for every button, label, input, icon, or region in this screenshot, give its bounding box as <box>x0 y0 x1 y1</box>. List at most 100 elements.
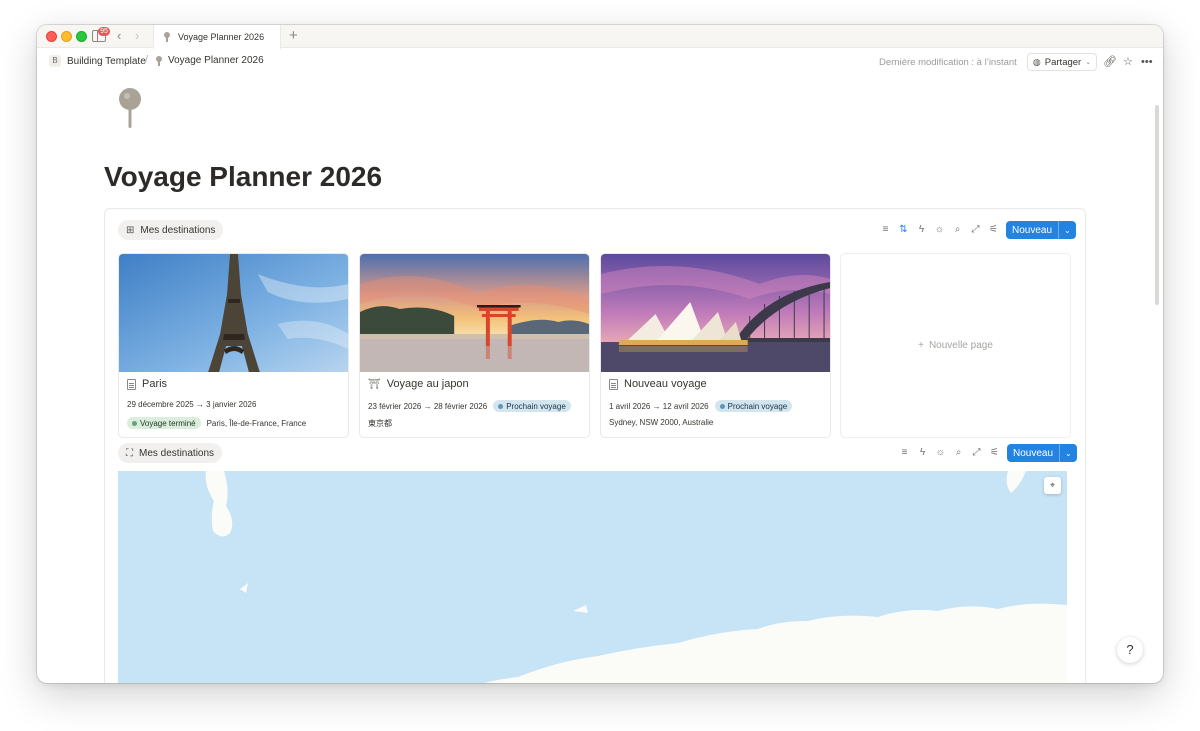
breadcrumb-separator: / <box>145 54 149 66</box>
view-tab-gallery[interactable]: ⊞ Mes destinations <box>118 220 224 240</box>
new-entry-button[interactable]: Nouveau ⌄ <box>1006 221 1076 239</box>
tab-voyage-planner[interactable]: Voyage Planner 2026 <box>153 25 281 49</box>
tab-bar: 95 ‹ › Voyage Planner 2026 + <box>37 25 1163 49</box>
cover-image-opera <box>601 254 830 372</box>
expand-icon[interactable]: ⤢ <box>970 224 981 236</box>
settings-icon[interactable]: ⚟ <box>988 224 999 236</box>
more-icon[interactable]: ••• <box>1141 55 1153 69</box>
card-dates: 29 décembre 2025 → 3 janvier 2026 <box>127 400 256 409</box>
view-tab-map[interactable]: ⛶ Mes destinations <box>118 443 223 463</box>
hide-icon[interactable]: ☼ <box>935 447 946 459</box>
link-icon[interactable]: 🔗︎ <box>1103 55 1117 69</box>
status-dot <box>719 403 725 409</box>
breadcrumb-workspace[interactable]: B Building Template <box>49 55 146 67</box>
shrine-icon: ⛩︎ <box>368 378 381 390</box>
workspace-icon: B <box>49 55 61 67</box>
maximize-window-button[interactable] <box>76 31 87 42</box>
gallery-card-japon[interactable]: ⛩︎ Voyage au japon 23 février 2026 → 28 … <box>359 253 590 438</box>
map-icon: ⛶ <box>126 447 133 459</box>
date-range: 23 février 2026 → 28 février 2026 <box>368 401 488 411</box>
map-canvas[interactable] <box>118 471 1067 683</box>
status-dot <box>132 420 137 426</box>
pin-icon <box>156 55 162 66</box>
gallery-card-paris[interactable]: Paris 29 décembre 2025 → 3 janvier 2026 … <box>118 253 349 438</box>
view-tab-label: Mes destinations <box>140 224 216 236</box>
gallery-card-nouveau-voyage[interactable]: Nouveau voyage 1 avril 2026 → 12 avril 2… <box>600 253 831 438</box>
status-badge: Voyage terminé <box>127 417 201 429</box>
last-modified-text: Dernière modification : à l’instant <box>879 57 1017 68</box>
status-text: Prochain voyage <box>506 401 566 411</box>
card-dates: 1 avril 2026 → 12 avril 2026 Prochain vo… <box>609 400 793 412</box>
automation-icon[interactable]: ϟ <box>916 224 927 236</box>
status-text: Voyage terminé <box>140 418 196 428</box>
share-button[interactable]: ◍ Partager ⌄ <box>1027 53 1097 71</box>
notification-badge: 95 <box>98 27 110 36</box>
card-title: Nouveau voyage <box>609 378 707 390</box>
card-meta: 東京都 <box>368 418 392 429</box>
status-dot <box>498 403 504 409</box>
new-page-label: Nouvelle page <box>928 340 993 351</box>
location-text: 東京都 <box>368 419 392 428</box>
back-arrow-icon[interactable]: ‹ <box>117 28 121 44</box>
forward-arrow-icon[interactable]: › <box>135 28 139 44</box>
filter-icon[interactable]: ≡ <box>880 224 891 236</box>
status-badge: Prochain voyage <box>493 400 571 412</box>
card-title: Paris <box>127 378 167 390</box>
settings-icon[interactable]: ⚟ <box>989 447 1000 459</box>
new-entry-button[interactable]: Nouveau ⌄ <box>1007 444 1077 462</box>
filter-icon[interactable]: ≡ <box>899 447 910 459</box>
plus-icon: + <box>918 340 924 351</box>
breadcrumb-page-label: Voyage Planner 2026 <box>168 55 264 66</box>
view-tab-label: Mes destinations <box>139 447 215 459</box>
sort-icon[interactable]: ⇅ <box>898 224 909 236</box>
card-title-text: Paris <box>142 378 168 390</box>
search-icon[interactable]: ⌕ <box>952 224 963 236</box>
location-text: Sydney, NSW 2000, Australie <box>609 418 714 427</box>
globe-icon: ◍ <box>1032 56 1041 67</box>
gallery-toolbar: ≡ ⇅ ϟ ☼ ⌕ ⤢ ⚟ Nouveau ⌄ <box>880 221 1076 239</box>
app-window: 95 ‹ › Voyage Planner 2026 + B Building … <box>37 25 1163 683</box>
location-text: Paris, Île-de-France, France <box>206 418 307 428</box>
hide-icon[interactable]: ☼ <box>934 224 945 236</box>
document-icon <box>127 378 136 390</box>
chevron-down-icon[interactable]: ⌄ <box>1058 221 1076 239</box>
star-icon[interactable]: ☆ <box>1123 55 1133 69</box>
scrollbar[interactable] <box>1155 105 1159 305</box>
close-window-button[interactable] <box>46 31 57 42</box>
date-range: 1 avril 2026 → 12 avril 2026 <box>609 401 709 411</box>
top-bar: B Building Template / Voyage Planner 202… <box>37 49 1163 75</box>
status-badge: Prochain voyage <box>714 400 793 412</box>
locate-icon[interactable]: ⌖ <box>1044 477 1061 494</box>
pin-icon <box>164 32 170 42</box>
cover-image-eiffel <box>119 254 348 372</box>
card-title-text: Voyage au japon <box>386 378 469 390</box>
new-tab-button[interactable]: + <box>289 28 298 44</box>
card-meta: Sydney, NSW 2000, Australie <box>609 418 713 427</box>
breadcrumb-page[interactable]: Voyage Planner 2026 <box>156 55 264 66</box>
page-title[interactable]: Voyage Planner 2026 <box>104 161 382 193</box>
status-text: Prochain voyage <box>727 401 788 411</box>
card-title: ⛩︎ Voyage au japon <box>368 378 469 390</box>
new-button-label: Nouveau <box>1012 224 1053 236</box>
new-page-card[interactable]: + Nouvelle page <box>840 253 1071 438</box>
cover-image-torii <box>360 254 589 372</box>
chevron-down-icon[interactable]: ⌄ <box>1059 444 1077 462</box>
breadcrumb-workspace-label: Building Template <box>67 55 146 67</box>
help-icon[interactable]: ? <box>1117 637 1143 663</box>
page-pin-icon[interactable] <box>117 88 143 130</box>
share-label: Partager <box>1044 56 1082 68</box>
document-icon <box>609 378 618 390</box>
card-dates: 23 février 2026 → 28 février 2026 Procha… <box>368 400 571 412</box>
new-button-label: Nouveau <box>1013 447 1054 459</box>
minimize-window-button[interactable] <box>61 31 72 42</box>
search-icon[interactable]: ⌕ <box>953 447 964 459</box>
card-title-text: Nouveau voyage <box>624 378 707 390</box>
map-toolbar: ≡ ϟ ☼ ⌕ ⤢ ⚟ Nouveau ⌄ <box>899 444 1077 462</box>
date-range: 29 décembre 2025 → 3 janvier 2026 <box>127 400 257 409</box>
gallery-icon: ⊞ <box>126 224 135 236</box>
chevron-down-icon: ⌄ <box>1085 59 1092 66</box>
card-meta: Voyage terminé Paris, Île-de-France, Fra… <box>127 417 306 429</box>
expand-icon[interactable]: ⤢ <box>971 447 982 459</box>
automation-icon[interactable]: ϟ <box>917 447 928 459</box>
tab-title: Voyage Planner 2026 <box>178 32 265 42</box>
